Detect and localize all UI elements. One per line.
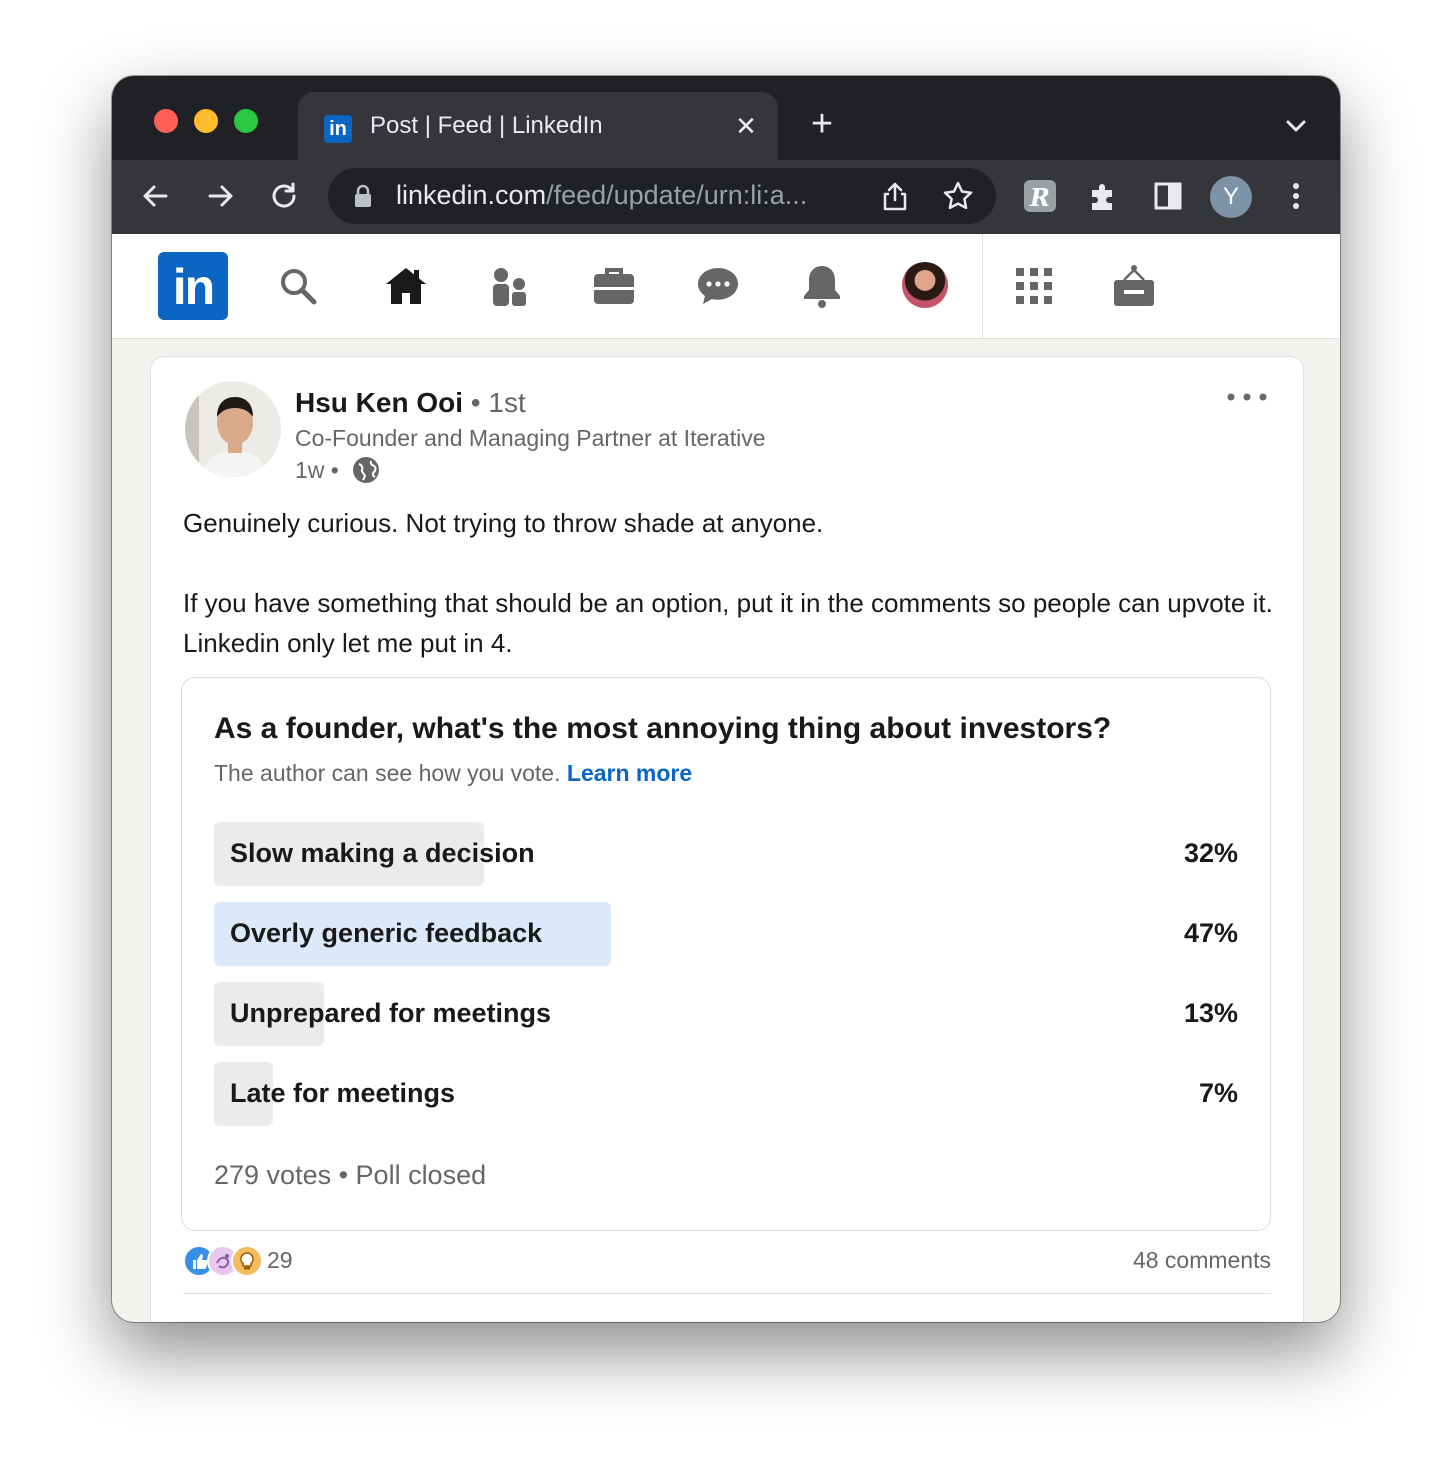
globe-icon [353, 457, 379, 483]
svg-text:R: R [1029, 183, 1050, 212]
post-body: Genuinely curious. Not trying to throw s… [183, 503, 1273, 663]
poll-option-label: Late for meetings [230, 1078, 456, 1108]
post-card: Hsu Ken Ooi • 1st Co-Founder and Managin… [150, 356, 1304, 1322]
poll: As a founder, what's the most annoying t… [181, 677, 1271, 1231]
post-time: 1w • [295, 457, 339, 483]
more-options-icon[interactable] [1225, 385, 1269, 409]
author-photo-icon [185, 381, 281, 477]
poll-option-percent: 13% [1183, 998, 1238, 1028]
tab-active[interactable]: in Post | Feed | LinkedIn ✕ [298, 92, 778, 160]
notifications-icon[interactable] [798, 262, 846, 310]
learn-more-link[interactable]: Learn more [567, 760, 692, 786]
poll-option-label: Slow making a decision [230, 838, 535, 868]
url-text: linkedin.com/feed/update/urn:li:a... [396, 180, 808, 210]
connection-degree: • 1st [470, 387, 526, 418]
tab-search-chevron-icon[interactable] [1280, 110, 1312, 142]
author-headline: Co-Founder and Managing Partner at Itera… [295, 425, 766, 451]
close-window-button[interactable] [154, 109, 178, 133]
minimize-window-button[interactable] [194, 109, 218, 133]
reload-icon[interactable] [264, 176, 304, 216]
tab-strip: in Post | Feed | LinkedIn ✕ + [112, 76, 1340, 160]
comments-count-link[interactable]: 48 comments [1133, 1247, 1271, 1274]
address-bar[interactable]: linkedin.com/feed/update/urn:li:a... [328, 168, 996, 224]
browser-profile-avatar[interactable]: Y [1210, 176, 1252, 218]
extensions-puzzle-icon[interactable] [1084, 176, 1124, 216]
advertise-icon[interactable] [1110, 262, 1158, 310]
poll-visibility-note: The author can see how you vote. Learn m… [214, 760, 693, 786]
share-icon[interactable] [880, 180, 910, 212]
post-paragraph: Genuinely curious. Not trying to throw s… [183, 508, 824, 538]
poll-option-label: Unprepared for meetings [230, 998, 552, 1028]
reactions-summary[interactable]: 29 [183, 1245, 313, 1277]
my-network-icon[interactable] [486, 262, 534, 310]
side-panel-icon[interactable] [1148, 176, 1188, 216]
linkedin-favicon-icon: in [324, 115, 352, 143]
forward-arrow-icon[interactable] [200, 176, 240, 216]
search-icon[interactable] [274, 262, 322, 310]
messaging-icon[interactable] [694, 262, 742, 310]
tab-close-icon[interactable]: ✕ [730, 110, 762, 142]
reaction-count: 29 [267, 1247, 293, 1273]
lock-icon[interactable] [352, 184, 374, 208]
poll-option-percent: 47% [1183, 918, 1238, 948]
new-tab-button[interactable]: + [804, 105, 840, 143]
zoom-window-button[interactable] [234, 109, 258, 133]
extension-r-icon[interactable]: R [1020, 176, 1060, 216]
browser-menu-icon[interactable] [1276, 176, 1316, 216]
author-avatar[interactable] [185, 381, 281, 477]
bookmark-star-icon[interactable] [942, 180, 974, 212]
browser-toolbar: linkedin.com/feed/update/urn:li:a... R Y [112, 160, 1340, 234]
poll-option: Unprepared for meetings 13% [214, 982, 1238, 1046]
poll-question: As a founder, what's the most annoying t… [214, 712, 1112, 745]
poll-option: Overly generic feedback 47% [214, 902, 1238, 966]
tab-title: Post | Feed | LinkedIn [370, 112, 603, 139]
me-avatar[interactable] [902, 262, 948, 308]
poll-option: Slow making a decision 32% [214, 822, 1238, 886]
poll-option-percent: 7% [1198, 1078, 1238, 1108]
card-divider [183, 1293, 1271, 1294]
home-icon[interactable] [382, 262, 430, 310]
jobs-icon[interactable] [590, 262, 638, 310]
author-name[interactable]: Hsu Ken Ooi • 1st [295, 387, 526, 419]
post-paragraph: If you have something that should be an … [183, 588, 1273, 658]
poll-option: Late for meetings 7% [214, 1062, 1238, 1126]
poll-option-label: Overly generic feedback [230, 918, 543, 948]
work-grid-icon[interactable] [1010, 262, 1058, 310]
linkedin-logo[interactable]: in [158, 252, 228, 320]
poll-option-percent: 32% [1183, 838, 1238, 868]
linkedin-nav-bar: in [112, 234, 1340, 339]
nav-divider [982, 234, 983, 338]
back-arrow-icon[interactable] [136, 176, 176, 216]
poll-status: 279 votes • Poll closed [214, 1160, 487, 1190]
insightful-reaction-icon [231, 1245, 263, 1277]
browser-window: in Post | Feed | LinkedIn ✕ + linkedin.c… [112, 76, 1340, 1322]
